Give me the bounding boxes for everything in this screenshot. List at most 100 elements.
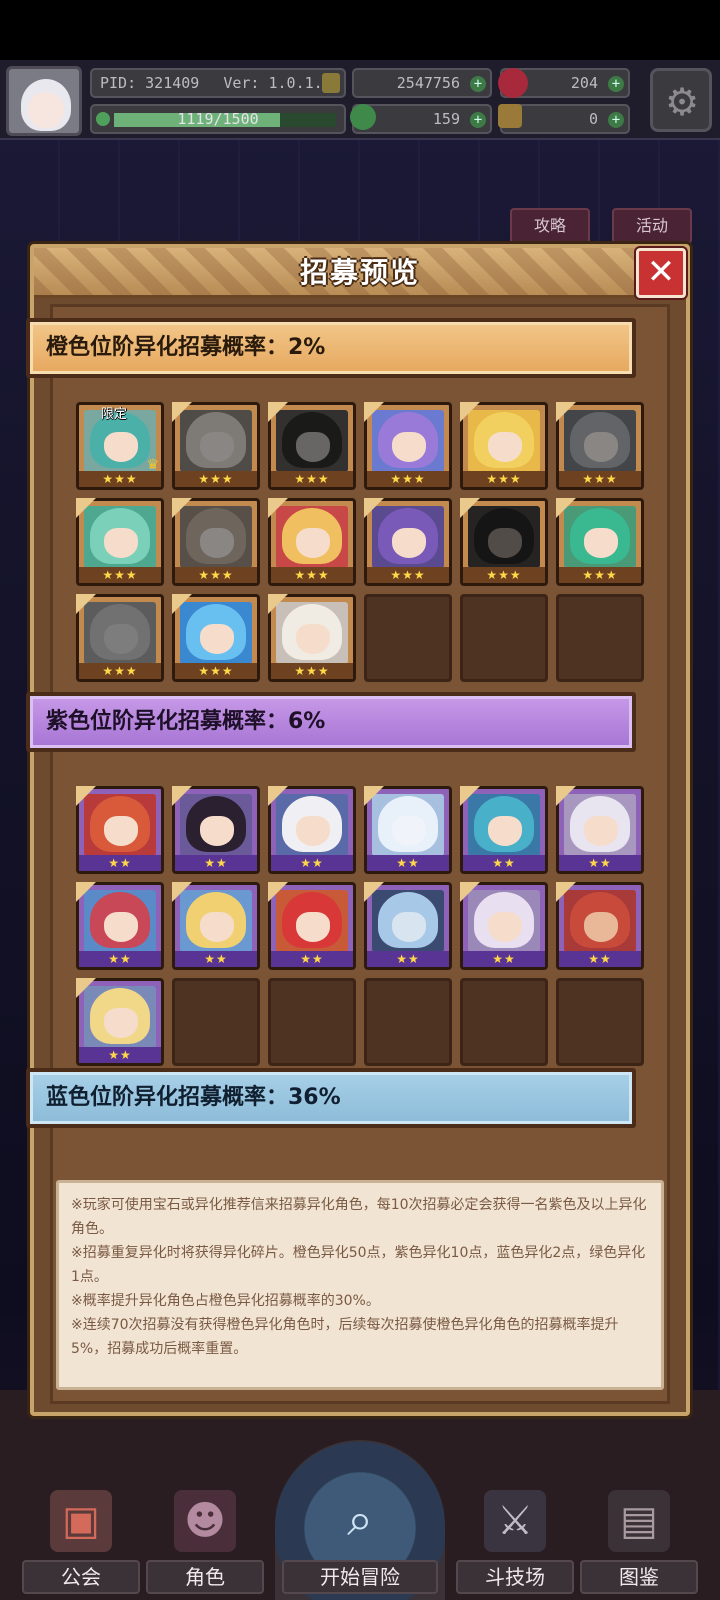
- character-card-purple-7[interactable]: ★★: [76, 882, 164, 970]
- star-rating: ★★: [559, 951, 641, 967]
- character-card-orange-4[interactable]: ★★★: [364, 402, 452, 490]
- star-rating: ★★: [559, 855, 641, 871]
- limited-tag: 限定: [101, 407, 128, 422]
- add-gold-button[interactable]: +: [470, 76, 486, 92]
- key-icon: [498, 104, 522, 128]
- search-icon: ⌕: [347, 1492, 373, 1546]
- character-card-orange-12[interactable]: ★★★: [556, 498, 644, 586]
- star-rating: ★★★: [559, 567, 641, 583]
- character-card-orange-7[interactable]: ★★★: [76, 498, 164, 586]
- empty-slot: [268, 978, 356, 1066]
- character-card-purple-11[interactable]: ★★: [460, 882, 548, 970]
- character-icon: ☻: [174, 1490, 236, 1552]
- exp-text: 1119/1500: [177, 110, 259, 128]
- purple-character-grid: ★★ ★★ ★★ ★★ ★★ ★★ ★★ ★★ ★★ ★★ ★★ ★★ ★★: [76, 786, 644, 1066]
- clover-icon: [350, 104, 376, 130]
- star-rating: ★★★: [463, 471, 545, 487]
- empty-slot: [364, 978, 452, 1066]
- player-info-box: PID: 321409 Ver: 1.0.1.2: [90, 68, 346, 98]
- character-card-orange-6[interactable]: ★★★: [556, 402, 644, 490]
- character-card-orange-9[interactable]: ★★★: [268, 498, 356, 586]
- character-card-purple-8[interactable]: ★★: [172, 882, 260, 970]
- nav-guild-label: 公会: [22, 1560, 140, 1594]
- character-card-orange-15[interactable]: ★★★: [268, 594, 356, 682]
- empty-slot: [460, 594, 548, 682]
- star-rating: ★★★: [367, 567, 449, 583]
- nav-codex-label: 图鉴: [580, 1560, 698, 1594]
- top-hud: PID: 321409 Ver: 1.0.1.2 1119/1500 25477…: [0, 60, 720, 140]
- character-card-orange-13[interactable]: ★★★: [76, 594, 164, 682]
- gold-counter: 2547756 +: [352, 68, 492, 98]
- star-rating: ★★: [175, 855, 257, 871]
- character-card-purple-6[interactable]: ★★: [556, 786, 644, 874]
- rule-line: ※概率提升异化角色占橙色异化招募概率的30%。: [71, 1293, 380, 1309]
- star-rating: ★★: [79, 855, 161, 871]
- character-card-orange-8[interactable]: ★★★: [172, 498, 260, 586]
- star-rating: ★★★: [175, 567, 257, 583]
- purple-rate-banner: 紫色位阶异化招募概率：6%: [26, 692, 636, 752]
- star-rating: ★★★: [79, 663, 161, 679]
- character-card-orange-10[interactable]: ★★★: [364, 498, 452, 586]
- game-version: Ver: 1.0.1.2: [223, 74, 332, 92]
- blue-rate-banner: 蓝色位阶异化招募概率：36%: [26, 1068, 636, 1128]
- star-rating: ★★: [367, 951, 449, 967]
- character-card-orange-14[interactable]: ★★★: [172, 594, 260, 682]
- character-card-purple-1[interactable]: ★★: [76, 786, 164, 874]
- star-rating: ★★★: [559, 471, 641, 487]
- book-icon: ▤: [608, 1490, 670, 1552]
- add-key-button[interactable]: +: [608, 112, 624, 128]
- character-card-purple-4[interactable]: ★★: [364, 786, 452, 874]
- clover-counter: 159 +: [350, 104, 492, 134]
- character-card-purple-3[interactable]: ★★: [268, 786, 356, 874]
- star-rating: ★★★: [271, 471, 353, 487]
- character-card-orange-3[interactable]: ★★★: [268, 402, 356, 490]
- character-card-purple-10[interactable]: ★★: [364, 882, 452, 970]
- star-rating: ★★★: [463, 567, 545, 583]
- modal-title: 招募预览: [299, 256, 420, 289]
- add-clover-button[interactable]: +: [470, 112, 486, 128]
- star-rating: ★★: [463, 855, 545, 871]
- star-rating: ★★: [79, 1047, 161, 1063]
- star-rating: ★★: [271, 951, 353, 967]
- guild-icon: ▣: [50, 1490, 112, 1552]
- empty-slot: [172, 978, 260, 1066]
- nav-guild[interactable]: ▣ 公会: [22, 1480, 140, 1600]
- rule-line: ※连续70次招募没有获得橙色异化角色时，后续每次招募使橙色异化角色的招募概率提升…: [71, 1317, 619, 1357]
- event-button[interactable]: 活动: [612, 208, 692, 244]
- nav-codex[interactable]: ▤ 图鉴: [580, 1480, 698, 1600]
- star-rating: ★★★: [271, 567, 353, 583]
- character-card-purple-2[interactable]: ★★: [172, 786, 260, 874]
- character-card-orange-5[interactable]: ★★★: [460, 402, 548, 490]
- crossed-swords-icon: ⚔: [484, 1490, 546, 1552]
- clover-value: 159: [432, 110, 460, 128]
- settings-button[interactable]: ⚙: [650, 68, 712, 132]
- character-card-purple-5[interactable]: ★★: [460, 786, 548, 874]
- close-button[interactable]: ✕: [636, 248, 686, 298]
- nav-arena-label: 斗技场: [456, 1560, 574, 1594]
- star-rating: ★★★: [175, 663, 257, 679]
- character-card-orange-2[interactable]: ★★★: [172, 402, 260, 490]
- character-card-purple-9[interactable]: ★★: [268, 882, 356, 970]
- character-card-orange-11[interactable]: ★★★: [460, 498, 548, 586]
- ruby-counter: 204 +: [498, 68, 630, 98]
- strategy-button[interactable]: 攻略: [510, 208, 590, 244]
- star-rating: ★★★: [271, 663, 353, 679]
- star-rating: ★★: [367, 855, 449, 871]
- character-card-purple-13[interactable]: ★★: [76, 978, 164, 1066]
- nav-arena[interactable]: ⚔ 斗技场: [456, 1480, 574, 1600]
- star-rating: ★★: [271, 855, 353, 871]
- star-rating: ★★★: [79, 567, 161, 583]
- character-card-purple-12[interactable]: ★★: [556, 882, 644, 970]
- player-avatar[interactable]: [6, 66, 82, 136]
- character-card-orange-1[interactable]: 限定 ♛ ★★★: [76, 402, 164, 490]
- nav-adventure[interactable]: ⌕ 开始冒险: [282, 1480, 438, 1600]
- empty-slot: [460, 978, 548, 1066]
- exp-bar: 1119/1500: [90, 104, 346, 134]
- ruby-value: 204: [570, 74, 598, 92]
- gold-value: 2547756: [396, 74, 460, 92]
- nav-character[interactable]: ☻ 角色: [146, 1480, 264, 1600]
- gear-icon: ⚙: [664, 80, 700, 124]
- empty-slot: [556, 594, 644, 682]
- star-rating: ★★: [463, 951, 545, 967]
- add-ruby-button[interactable]: +: [608, 76, 624, 92]
